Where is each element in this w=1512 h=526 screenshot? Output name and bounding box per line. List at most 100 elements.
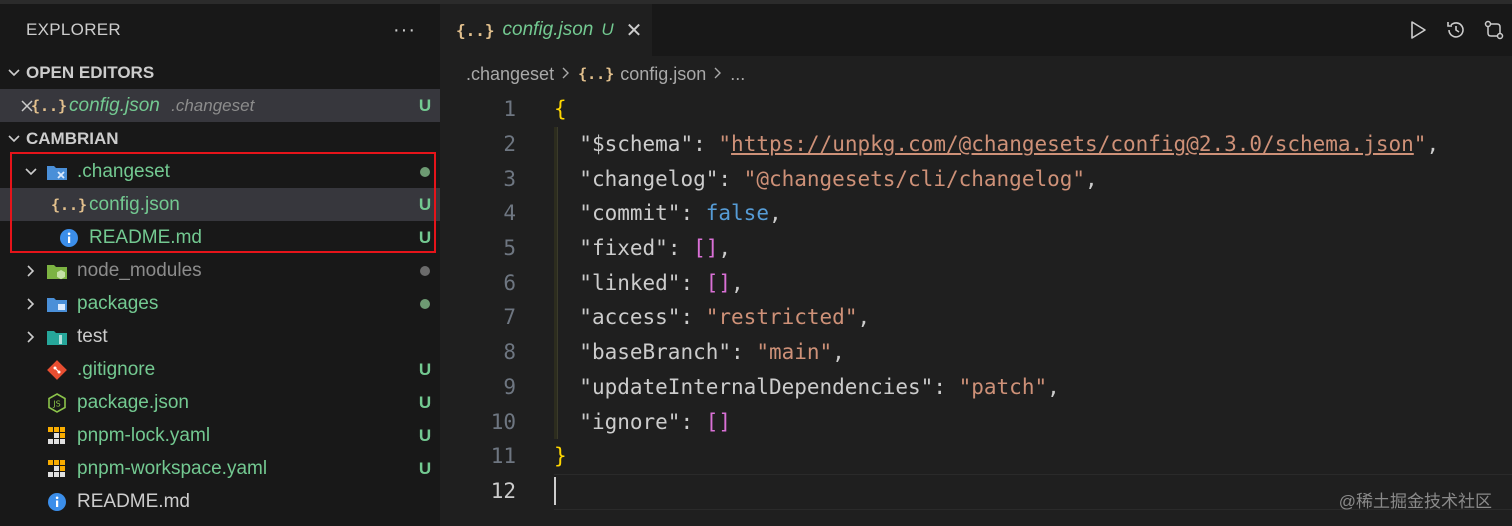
tab-label: config.json xyxy=(502,19,594,40)
json-key: "updateInternalDependencies" xyxy=(579,374,934,399)
tree-item-readme-root[interactable]: README.md xyxy=(0,485,440,518)
line-number: 2 xyxy=(503,132,516,157)
json-file-icon: {..} xyxy=(456,20,495,40)
git-status-badge: U xyxy=(418,194,432,214)
workspace-label: CAMBRIAN xyxy=(26,128,119,148)
git-status-badge: U xyxy=(601,20,614,39)
modified-dot xyxy=(410,265,440,276)
timeline-history-icon[interactable] xyxy=(1444,18,1468,42)
breadcrumb: .changeset {..} config.json ... xyxy=(440,56,1512,92)
code-line-2: 2 "$schema": "https://unpkg.com/@changes… xyxy=(440,127,1512,162)
git-status-badge: U xyxy=(418,425,432,445)
breadcrumb-folder[interactable]: .changeset xyxy=(466,64,554,85)
code-editor[interactable]: 1 { 2 "$schema": "https://unpkg.com/@cha… xyxy=(440,92,1512,510)
code-line-7: 7 "access": "restricted", xyxy=(440,300,1512,335)
json-key: "commit" xyxy=(579,201,681,226)
svg-text:JS: JS xyxy=(52,399,60,408)
chevron-right-icon xyxy=(20,297,42,311)
nodejs-icon: JS xyxy=(46,392,68,414)
chevron-down-icon xyxy=(4,66,24,80)
chevron-down-icon xyxy=(4,132,24,146)
pnpm-icon xyxy=(46,425,68,447)
folder-test-icon xyxy=(46,326,68,348)
folder-node-icon xyxy=(46,260,68,282)
breadcrumb-file[interactable]: config.json xyxy=(620,64,706,85)
more-actions-icon[interactable]: ··· xyxy=(393,19,416,42)
tree-item-readme-changeset[interactable]: README.md U xyxy=(0,221,440,254)
git-status-badge: U xyxy=(418,227,432,247)
tree-item-packages[interactable]: packages xyxy=(0,287,440,320)
tree-item-pnpm-workspace[interactable]: pnpm-workspace.yaml U xyxy=(0,452,440,485)
git-status-badge: U xyxy=(418,392,432,412)
open-editor-path: .changeset xyxy=(171,95,255,115)
tree-item-label: package.json xyxy=(77,391,189,413)
git-status-badge: U xyxy=(418,95,432,115)
line-number: 9 xyxy=(503,374,516,399)
tree-item-config-json[interactable]: {..} config.json U xyxy=(0,188,440,221)
line-number: 12 xyxy=(490,478,516,503)
json-key: "changelog" xyxy=(579,166,719,191)
run-icon[interactable] xyxy=(1406,18,1430,42)
tree-item-label: test xyxy=(77,325,108,347)
json-key: "$schema" xyxy=(579,132,694,157)
open-editor-filename: config.json xyxy=(69,94,160,116)
tree-item-label: packages xyxy=(77,292,159,314)
tree-item-label: node_modules xyxy=(77,259,202,281)
tree-item-changeset[interactable]: .changeset xyxy=(0,155,440,188)
vscode-window: EXPLORER ··· OPEN EDITORS {..} config.js… xyxy=(0,0,1512,526)
line-number: 1 xyxy=(503,97,516,122)
json-value: [] xyxy=(705,409,732,434)
explorer-sidebar: EXPLORER ··· OPEN EDITORS {..} config.js… xyxy=(0,4,440,526)
code-line-10: 10 "ignore": [] xyxy=(440,404,1512,439)
git-icon xyxy=(46,359,68,381)
tree-item-test[interactable]: test xyxy=(0,320,440,353)
json-value: "patch" xyxy=(958,374,1048,399)
open-editor-item[interactable]: {..} config.json .changeset U xyxy=(0,89,440,122)
line-number: 11 xyxy=(490,444,516,469)
schema-link[interactable]: https://unpkg.com/@changesets/config@2.3… xyxy=(731,132,1414,156)
tree-item-label: pnpm-workspace.yaml xyxy=(77,457,268,479)
brace-close: } xyxy=(554,444,567,469)
code-line-3: 3 "changelog": "@changesets/cli/changelo… xyxy=(440,161,1512,196)
code-line-6: 6 "linked": [], xyxy=(440,265,1512,300)
tree-item-package-json[interactable]: JS package.json U xyxy=(0,386,440,419)
close-icon[interactable]: ✕ xyxy=(626,18,643,43)
breadcrumb-more[interactable]: ... xyxy=(730,64,745,85)
pnpm-icon xyxy=(46,458,68,480)
line-number: 4 xyxy=(503,201,516,226)
modified-dot xyxy=(410,298,440,309)
folder-changeset-icon xyxy=(46,161,68,183)
tree-item-label: .gitignore xyxy=(77,358,156,380)
json-key: "linked" xyxy=(579,270,681,295)
open-editor-name: config.json .changeset xyxy=(69,95,410,117)
git-status-badge: U xyxy=(418,458,432,478)
compare-changes-icon[interactable] xyxy=(1482,18,1506,42)
tab-bar: {..} config.json U ✕ xyxy=(440,4,1512,56)
json-value: [] xyxy=(693,236,719,261)
code-line-9: 9 "updateInternalDependencies": "patch", xyxy=(440,370,1512,405)
open-editors-section[interactable]: OPEN EDITORS xyxy=(0,56,440,89)
json-file-icon: {..} xyxy=(50,195,88,214)
info-icon xyxy=(46,491,68,513)
line-number: 10 xyxy=(490,409,516,434)
json-key: "baseBranch" xyxy=(579,340,732,365)
watermark: @稀土掘金技术社区 xyxy=(1338,492,1492,511)
code-line-8: 8 "baseBranch": "main", xyxy=(440,335,1512,370)
close-icon[interactable] xyxy=(0,99,34,113)
json-value: [] xyxy=(705,270,732,295)
code-line-11: 11 } xyxy=(440,439,1512,474)
workspace-section[interactable]: CAMBRIAN xyxy=(0,122,440,155)
tree-item-label: config.json xyxy=(89,193,180,215)
json-key: "fixed" xyxy=(579,236,668,261)
json-value: false xyxy=(705,201,769,226)
line-number: 3 xyxy=(503,166,516,191)
tab-config-json[interactable]: {..} config.json U ✕ xyxy=(440,4,652,56)
chevron-right-icon xyxy=(561,64,571,85)
tree-item-gitignore[interactable]: .gitignore U xyxy=(0,353,440,386)
tree-item-label: README.md xyxy=(89,226,202,248)
folder-packages-icon xyxy=(46,293,68,315)
tree-item-label: pnpm-lock.yaml xyxy=(77,424,211,446)
json-value: "main" xyxy=(756,340,833,365)
tree-item-node-modules[interactable]: node_modules xyxy=(0,254,440,287)
tree-item-pnpm-lock[interactable]: pnpm-lock.yaml U xyxy=(0,419,440,452)
